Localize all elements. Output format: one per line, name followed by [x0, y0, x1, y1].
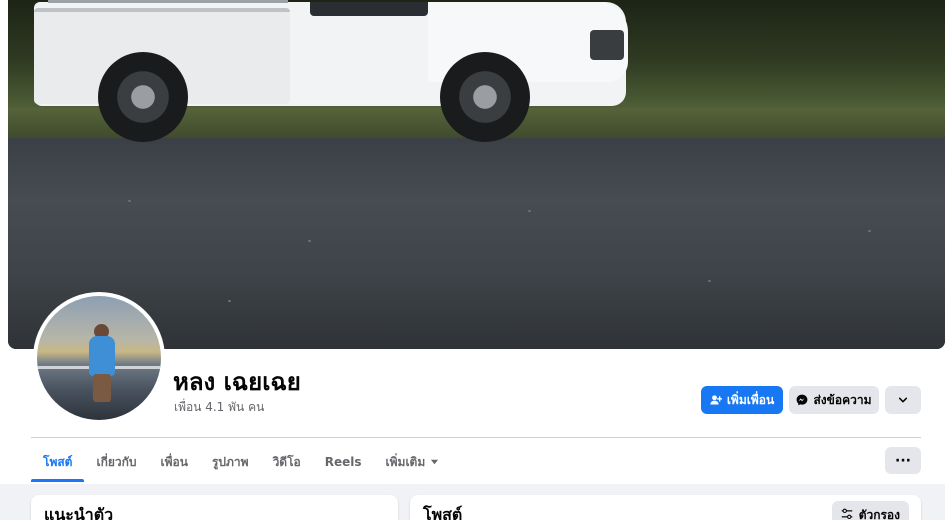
posts-card-title: โพสต์	[423, 505, 463, 520]
messenger-icon	[796, 394, 808, 406]
truck-grille	[590, 30, 624, 60]
profile-tabs: โพสต์ เกี่ยวกับ เพื่อน รูปภาพ วิดีโอ Ree…	[31, 442, 451, 482]
avatar-photo	[37, 296, 161, 420]
tabs-more-button[interactable]: ···	[885, 447, 921, 474]
intro-card-title: แนะนำตัว	[44, 505, 114, 520]
tab-label: วิดีโอ	[272, 454, 301, 469]
avatar-person	[89, 336, 115, 376]
avatar[interactable]	[33, 292, 165, 424]
tab-photos[interactable]: รูปภาพ	[200, 442, 261, 482]
cover-photo[interactable]	[8, 0, 945, 349]
road-speck	[228, 300, 231, 302]
add-person-icon	[710, 394, 722, 406]
tab-friends[interactable]: เพื่อน	[149, 442, 200, 482]
profile-more-button[interactable]	[885, 386, 921, 414]
tab-label: เกี่ยวกับ	[96, 454, 137, 469]
posts-card: โพสต์ ตัวกรอง	[410, 495, 921, 520]
chevron-down-icon	[898, 395, 908, 405]
road-speck	[868, 230, 871, 232]
tab-label: โพสต์	[43, 454, 73, 469]
tab-about[interactable]: เกี่ยวกับ	[84, 442, 148, 482]
avatar-legs	[93, 374, 111, 402]
profile-name: หลง เฉยเฉย	[173, 368, 301, 396]
truck-window	[310, 2, 428, 16]
friends-count[interactable]: เพื่อน 4.1 พัน คน	[174, 399, 264, 415]
filter-button[interactable]: ตัวกรอง	[831, 501, 909, 520]
truck-rack	[48, 0, 288, 10]
add-friend-button[interactable]: เพิ่มเพื่อน	[701, 386, 783, 414]
add-friend-label: เพิ่มเพื่อน	[726, 392, 775, 407]
tab-posts[interactable]: โพสต์	[31, 442, 85, 482]
road-speck	[308, 240, 311, 242]
message-label: ส่งข้อความ	[813, 392, 872, 407]
tab-label: เพิ่มเติม	[385, 454, 426, 469]
truck-wheel-rear	[98, 52, 188, 142]
more-dots-icon: ···	[895, 452, 911, 469]
tab-videos[interactable]: วิดีโอ	[261, 442, 313, 482]
truck-wheel-front	[440, 52, 530, 142]
tab-label: เพื่อน	[160, 454, 188, 469]
tab-label: รูปภาพ	[211, 454, 249, 469]
message-button[interactable]: ส่งข้อความ	[789, 386, 879, 414]
tab-label: Reels	[324, 455, 362, 469]
caret-down-icon	[430, 455, 439, 469]
road-speck	[528, 210, 531, 212]
intro-card: แนะนำตัว	[31, 495, 398, 520]
filter-label: ตัวกรอง	[858, 507, 900, 520]
road-speck	[708, 280, 711, 282]
road-speck	[128, 200, 131, 202]
tab-reels[interactable]: Reels	[313, 442, 374, 482]
filter-icon	[841, 508, 853, 520]
header-divider	[31, 437, 921, 438]
tab-more[interactable]: เพิ่มเติม	[374, 442, 452, 482]
